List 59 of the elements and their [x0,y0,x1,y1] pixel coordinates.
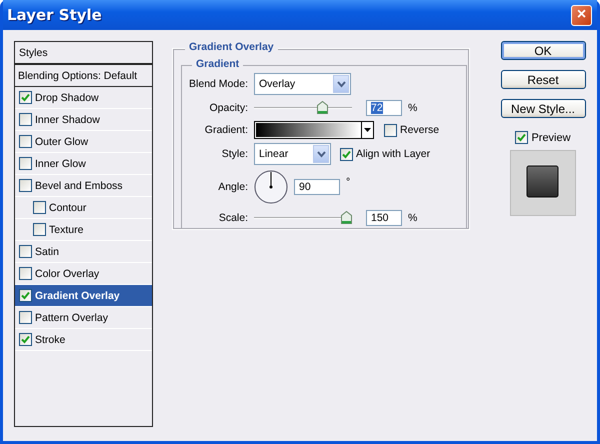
checkbox[interactable] [19,289,32,302]
slider-thumb[interactable] [341,211,352,224]
style-item[interactable]: Outer Glow [15,131,152,153]
field-label: Opacity: [208,101,248,116]
checkbox-label[interactable]: Preview [531,132,571,144]
slider-thumb[interactable] [316,101,328,114]
slider[interactable] [254,101,352,115]
angle-field[interactable]: 90 [294,179,340,195]
checkbox[interactable] [19,113,32,126]
checkbox[interactable] [19,135,32,148]
checkbox-label[interactable]: Align with Layer [356,148,430,160]
checkbox[interactable] [19,245,32,258]
style-item[interactable]: Drop Shadow [15,87,152,109]
style-item[interactable]: Pattern Overlay [15,307,152,329]
style-item[interactable]: Inner Shadow [15,109,152,131]
dialog-button[interactable]: New Style... [500,99,586,118]
field-label: Angle: [217,180,248,195]
unit-label: % [408,212,418,224]
field-label: Style: [220,147,248,162]
checkbox[interactable] [33,223,46,236]
close-button[interactable]: × [571,4,592,26]
checkbox-label[interactable]: Reverse [400,124,440,136]
style-item[interactable]: Blending Options: Default [15,65,152,87]
unit-label: ° [346,176,350,188]
style-item[interactable]: Contour [15,197,152,219]
checkbox[interactable] [19,267,32,280]
unit-label: % [408,102,418,114]
window-title: Layer Style [7,6,102,24]
checkbox[interactable] [384,124,397,136]
checkbox[interactable] [19,157,32,170]
scale-field[interactable]: 150 [366,210,402,226]
field-label: Gradient: [204,123,248,138]
checkbox[interactable] [33,201,46,214]
style-item[interactable]: Inner Glow [15,153,152,175]
dialog-button[interactable]: Reset [500,70,586,89]
style-item[interactable]: Gradient Overlay [15,285,152,307]
slider[interactable] [254,211,352,225]
checkbox[interactable] [340,148,353,160]
field-label: Scale: [218,211,248,226]
opacity-field[interactable]: 72 [366,100,402,116]
style-dropdown[interactable]: Linear [254,143,331,165]
checkbox[interactable] [19,311,32,324]
preview-thumbnail [510,150,576,216]
blend-mode-dropdown[interactable]: Overlay [254,73,351,95]
checkbox[interactable] [19,333,32,346]
field-label: Blend Mode: [188,77,248,92]
gradient-picker[interactable] [254,121,374,139]
angle-dial[interactable] [254,170,288,204]
checkbox[interactable] [19,91,32,104]
style-item[interactable]: Bevel and Emboss [15,175,152,197]
list-header: Styles [15,42,152,65]
checkbox[interactable] [19,179,32,192]
style-item[interactable]: Texture [15,219,152,241]
style-item[interactable]: Stroke [15,329,152,351]
group-title: Gradient [192,58,244,70]
style-item[interactable]: Satin [15,241,152,263]
dialog-button[interactable]: OK [500,41,586,60]
section-title: Gradient Overlay [185,41,278,53]
checkbox[interactable] [515,131,528,144]
